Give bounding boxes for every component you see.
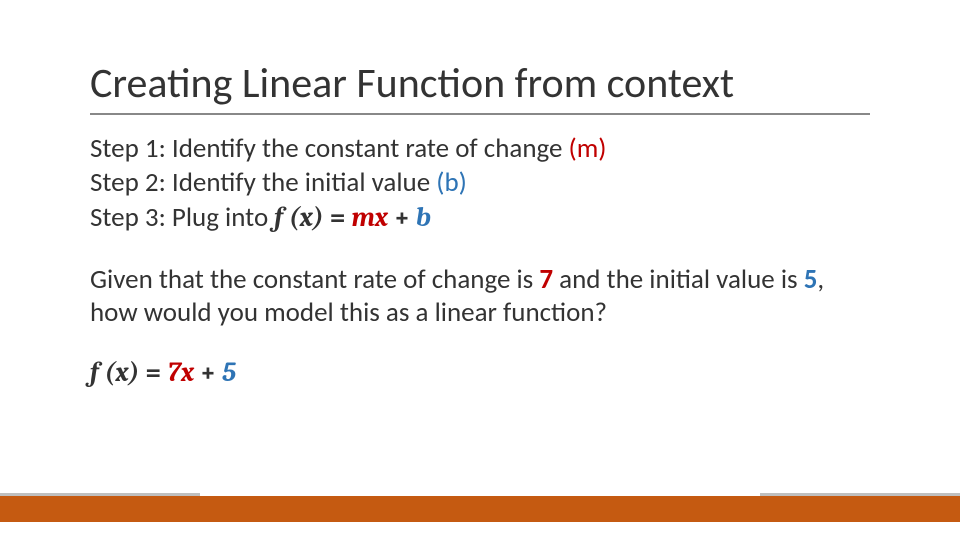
step3-plus: + (388, 202, 416, 233)
question-5: 5 (804, 263, 818, 296)
step-2: Step 2: Identify the initial value (b) (90, 167, 870, 199)
question-7: 7 (539, 263, 553, 296)
answer-fx: f (x) (90, 357, 139, 388)
step3-b: b (416, 202, 431, 233)
answer-line: f (x) = 7x + 5 (90, 357, 870, 389)
step3-eq: = (324, 202, 352, 233)
step1-m: (m) (569, 132, 607, 165)
step3-fx: f (x) (274, 202, 323, 233)
slide-body: Step 1: Identify the constant rate of ch… (90, 133, 870, 389)
step3-mx: mx (352, 202, 389, 233)
step-3: Step 3: Plug into f (x) = mx + b (90, 202, 870, 234)
question-text: Given that the constant rate of change i… (90, 264, 870, 329)
slide: Creating Linear Function from context St… (0, 0, 960, 540)
question-part-a: Given that the constant rate of change i… (90, 263, 539, 296)
question-part-b: and the initial value is (553, 263, 804, 296)
answer-plus: + (194, 357, 222, 388)
step2-b: (b) (436, 166, 467, 199)
step1-text: Step 1: Identify the constant rate of ch… (90, 132, 569, 165)
answer-mx: 7x (167, 357, 194, 388)
answer-b: 5 (222, 357, 236, 388)
step2-text: Step 2: Identify the initial value (90, 166, 436, 199)
answer-eq: = (139, 357, 167, 388)
slide-title: Creating Linear Function from context (90, 58, 870, 115)
step-1: Step 1: Identify the constant rate of ch… (90, 133, 870, 165)
step3-text: Step 3: Plug into (90, 201, 274, 234)
footer-accent-bar (0, 496, 960, 522)
